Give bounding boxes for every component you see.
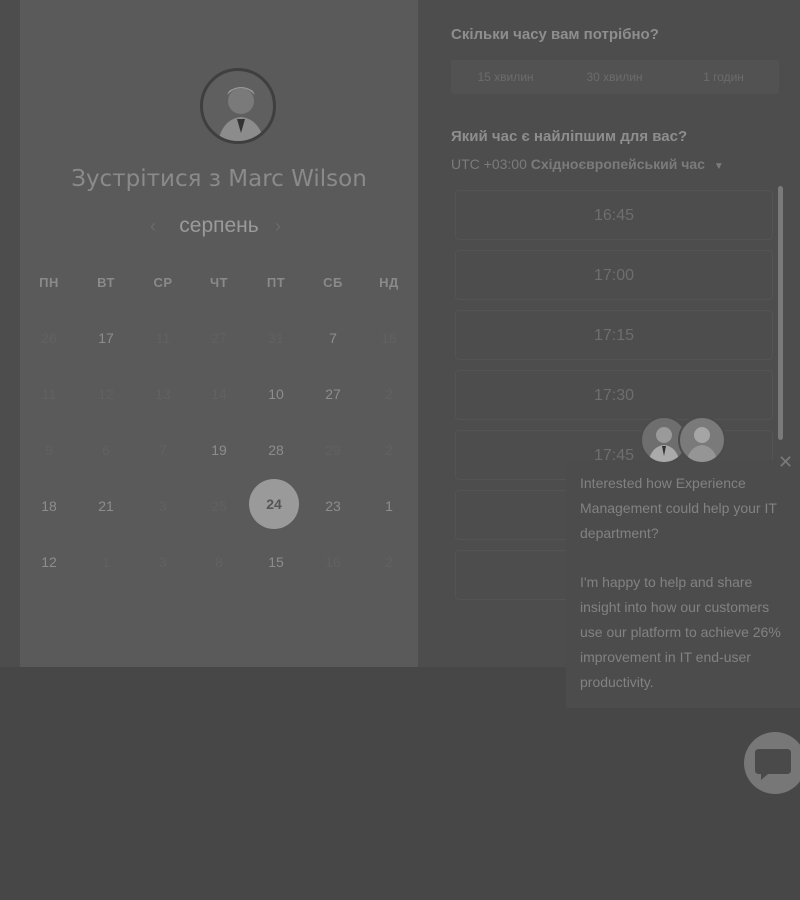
month-navigator: ‹ серпень › <box>20 212 418 244</box>
weekday-thu: ЧТ <box>209 275 229 290</box>
slots-scrollbar[interactable] <box>778 186 783 440</box>
duration-option-60[interactable]: 1 годин <box>669 70 778 84</box>
calendar-day: 13 <box>155 386 171 402</box>
timezone-offset: UTC +03:00 <box>451 156 527 172</box>
weekday-wed: СР <box>153 275 173 290</box>
calendar-day[interactable]: 18 <box>25 486 73 526</box>
popup-line: improvement in IT end-user <box>580 649 751 665</box>
calendar-day: 2 <box>385 554 393 570</box>
duration-selector: 15 хвилин 30 хвилин 1 годин <box>451 60 779 94</box>
host-avatar <box>200 68 276 144</box>
calendar-day: 3 <box>159 498 167 514</box>
duration-option-15[interactable]: 15 хвилин <box>451 70 560 84</box>
calendar-card: Зустрітися з Marc Wilson ‹ серпень › ПН … <box>20 0 418 667</box>
calendar-day: 7 <box>159 442 167 458</box>
duration-question: Скільки часу вам потрібно? <box>451 26 659 43</box>
calendar-day[interactable]: 19 <box>195 430 243 470</box>
calendar-day-selected[interactable]: 24 <box>249 479 299 529</box>
calendar-day[interactable]: 12 <box>25 542 73 582</box>
weekday-mon: ПН <box>39 275 59 290</box>
chat-launcher-button[interactable] <box>744 732 800 794</box>
popup-line: Interested how Experience <box>580 475 746 491</box>
month-label: серпень <box>179 214 259 237</box>
timezone-selector[interactable]: UTC +03:00 Східноєвропейський час ▼ <box>451 156 724 172</box>
calendar-day: 18 <box>381 330 397 346</box>
calendar-day: 12 <box>98 386 114 402</box>
calendar-day: 16 <box>325 554 341 570</box>
calendar-day: 14 <box>211 386 227 402</box>
weekday-fri: ПТ <box>266 275 286 290</box>
calendar-day: 27 <box>211 330 227 346</box>
time-slot[interactable]: 17:00 <box>455 250 773 300</box>
popup-line: use our platform to achieve 26% <box>580 624 781 640</box>
calendar-day: 11 <box>41 386 57 402</box>
chat-bubble-icon <box>755 749 791 780</box>
weekday-sat: СБ <box>323 275 343 290</box>
calendar-day: 8 <box>215 554 223 570</box>
calendar-day: 1 <box>102 554 110 570</box>
popup-line: department? <box>580 525 659 541</box>
calendar-day[interactable]: 23 <box>309 486 357 526</box>
time-question: Який час є найліпшим для вас? <box>451 128 688 145</box>
calendar-day[interactable]: 17 <box>82 318 130 358</box>
close-icon[interactable]: ✕ <box>778 452 793 473</box>
calendar-day: 31 <box>268 330 284 346</box>
time-slot[interactable]: 16:45 <box>455 190 773 240</box>
popup-line: I'm happy to help and share <box>580 574 753 590</box>
next-month-icon[interactable]: › <box>275 216 281 237</box>
calendar-day: 6 <box>102 442 110 458</box>
time-slot[interactable]: 17:15 <box>455 310 773 360</box>
meeting-title: Зустрітися з Marc Wilson <box>71 166 367 192</box>
weekday-tue: ВТ <box>97 275 115 290</box>
popup-line: productivity. <box>580 674 654 690</box>
popup-line: Management could help your IT <box>580 500 777 516</box>
calendar-day[interactable]: 21 <box>82 486 130 526</box>
timezone-name: Східноєвропейський час <box>530 156 705 172</box>
duration-option-30[interactable]: 30 хвилин <box>560 70 669 84</box>
weekday-sun: НД <box>379 275 399 290</box>
agent-avatar <box>678 416 726 464</box>
calendar-day: 2 <box>385 386 393 402</box>
calendar-day[interactable]: 28 <box>252 430 300 470</box>
calendar-day[interactable]: 1 <box>365 486 413 526</box>
calendar-day: 9 <box>45 442 53 458</box>
popup-line: insight into how our customers <box>580 599 770 615</box>
calendar-day[interactable]: 7 <box>309 318 357 358</box>
calendar-day: 3 <box>159 554 167 570</box>
calendar-day: 25 <box>211 498 227 514</box>
calendar-day: 26 <box>41 330 57 346</box>
caret-down-icon: ▼ <box>713 161 724 172</box>
time-slot[interactable]: 17:30 <box>455 370 773 420</box>
calendar-day[interactable]: 27 <box>309 374 357 414</box>
calendar-day[interactable]: 15 <box>252 542 300 582</box>
calendar-day: 11 <box>155 330 171 346</box>
calendar-day[interactable]: 10 <box>252 374 300 414</box>
calendar-day: 29 <box>325 442 341 458</box>
agent-avatars <box>640 416 730 468</box>
calendar-day: 2 <box>385 442 393 458</box>
